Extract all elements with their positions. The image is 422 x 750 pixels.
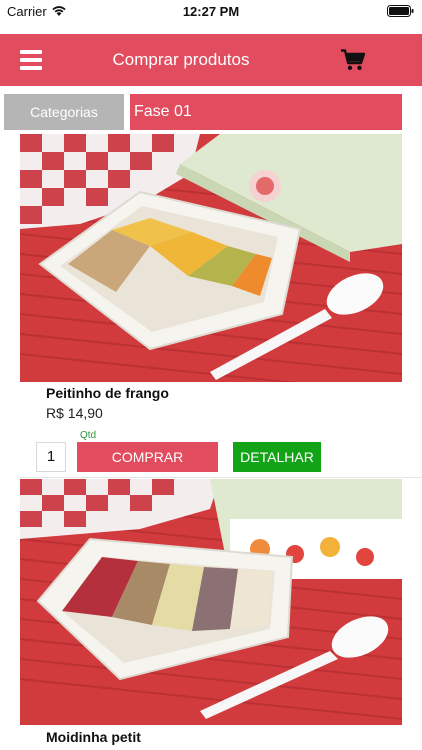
shopping-cart-icon[interactable] — [341, 49, 365, 71]
product-name: Moidinha petit — [46, 729, 141, 745]
buy-button[interactable]: COMPRAR — [77, 442, 218, 472]
quantity-input[interactable]: 1 — [36, 442, 66, 472]
page-title: Comprar produtos — [112, 50, 250, 69]
card-divider — [20, 477, 422, 478]
categories-button[interactable]: Categorias — [4, 94, 124, 130]
battery-icon — [387, 5, 414, 17]
quantity-caption: Qtd — [80, 430, 97, 441]
status-time: 12:27 PM — [182, 4, 240, 19]
product-image[interactable] — [20, 134, 402, 382]
phase-selector[interactable]: Fase 01 — [130, 94, 402, 130]
detail-button[interactable]: DETALHAR — [233, 442, 321, 472]
product-price: R$ 14,90 — [46, 405, 103, 421]
nav-bar: Comprar produtos — [0, 34, 422, 86]
product-name: Peitinho de frango — [46, 385, 169, 401]
product-image[interactable] — [20, 479, 402, 725]
status-bar: Carrier 12:27 PM — [0, 0, 422, 24]
